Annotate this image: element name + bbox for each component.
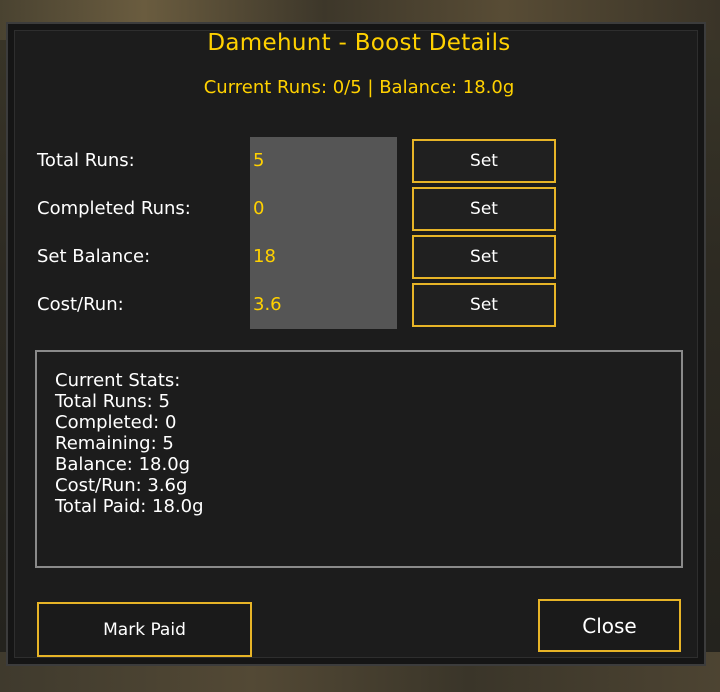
- cost-per-run-input[interactable]: 3.6: [253, 294, 393, 315]
- set-cost-per-run-button[interactable]: Set: [412, 283, 556, 327]
- total-runs-input[interactable]: 5: [253, 150, 393, 171]
- dialog-subtitle: Current Runs: 0/5 | Balance: 18.0g: [203, 77, 515, 98]
- stats-completed: Completed: 0: [55, 412, 177, 433]
- set-balance-button[interactable]: Set: [412, 235, 556, 279]
- stats-total-paid: Total Paid: 18.0g: [55, 496, 204, 517]
- mark-paid-button[interactable]: Mark Paid: [37, 602, 252, 657]
- stats-total-runs: Total Runs: 5: [55, 391, 170, 412]
- completed-runs-label: Completed Runs:: [37, 198, 191, 219]
- boost-details-dialog: [8, 24, 704, 664]
- set-total-runs-button[interactable]: Set: [412, 139, 556, 183]
- dialog-title: Damehunt - Boost Details: [207, 30, 511, 56]
- set-balance-input[interactable]: 18: [253, 246, 393, 267]
- stats-cost-per-run: Cost/Run: 3.6g: [55, 475, 188, 496]
- stats-remaining: Remaining: 5: [55, 433, 174, 454]
- completed-runs-input[interactable]: 0: [253, 198, 393, 219]
- cost-per-run-label: Cost/Run:: [37, 294, 124, 315]
- stats-balance: Balance: 18.0g: [55, 454, 191, 475]
- close-button[interactable]: Close: [538, 599, 681, 652]
- total-runs-label: Total Runs:: [37, 150, 135, 171]
- stats-heading: Current Stats:: [55, 370, 181, 391]
- set-balance-label: Set Balance:: [37, 246, 151, 267]
- set-completed-runs-button[interactable]: Set: [412, 187, 556, 231]
